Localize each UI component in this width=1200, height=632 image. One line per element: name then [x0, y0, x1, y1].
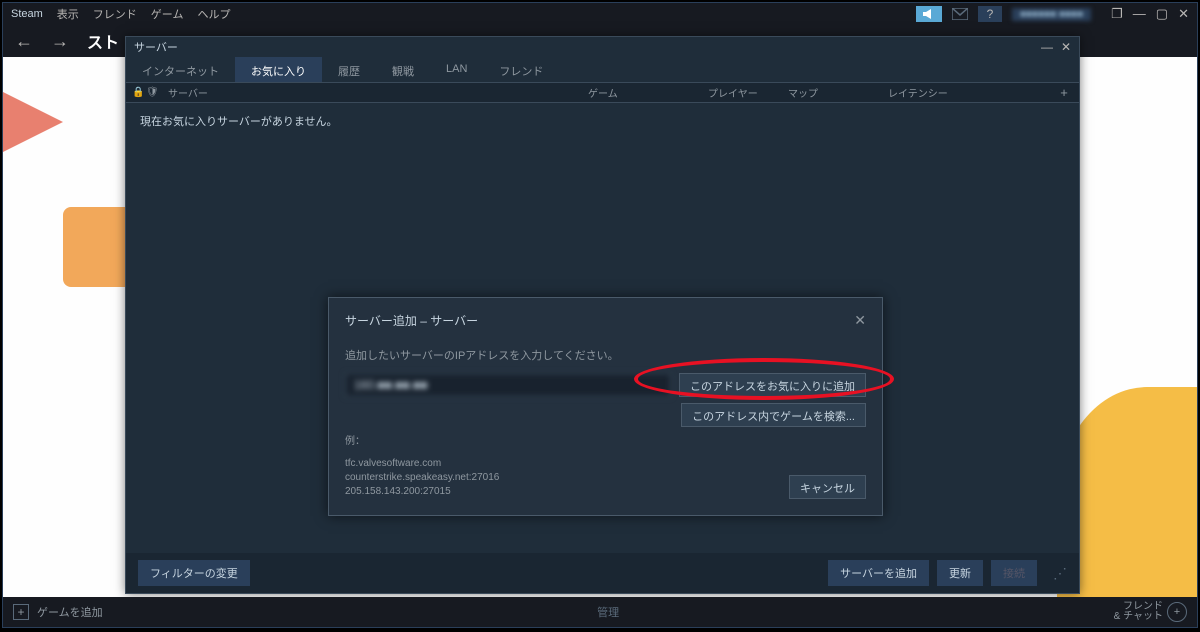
decorative-blob	[3, 77, 63, 167]
add-column-icon[interactable]: +	[1055, 85, 1073, 100]
server-window-title: サーバー	[134, 39, 178, 55]
server-address-input[interactable]	[345, 373, 671, 397]
chat-plus-icon: +	[1167, 602, 1187, 622]
window-maximize-icon[interactable]: ▢	[1156, 6, 1168, 22]
user-account-menu[interactable]: ■■■■■■ ■■■■	[1012, 8, 1091, 21]
add-game-label: ゲームを追加	[37, 604, 103, 620]
bottom-mid-text: 管理	[103, 604, 1114, 620]
plus-icon: +	[13, 604, 29, 620]
modal-close-icon[interactable]: ✕	[854, 312, 866, 329]
server-browser-window: サーバー — ✕ インターネット お気に入り 履歴 観戦 LAN フレンド 🔒 …	[125, 36, 1080, 594]
refresh-button[interactable]: 更新	[937, 560, 983, 586]
friends-chat-label: フレンド & チャット	[1114, 602, 1163, 622]
menu-help[interactable]: ヘルプ	[197, 6, 230, 22]
add-server-button[interactable]: サーバーを追加	[828, 560, 929, 586]
menu-games[interactable]: ゲーム	[151, 6, 184, 22]
server-window-minimize-icon[interactable]: —	[1041, 40, 1053, 54]
server-list-headers: 🔒 🛡 サーバー ゲーム プレイヤー マップ レイテンシー +	[126, 83, 1079, 103]
tab-history[interactable]: 履歴	[322, 57, 376, 82]
modal-instruction: 追加したいサーバーのIPアドレスを入力してください。	[345, 347, 866, 363]
steam-main-window: Steam 表示 フレンド ゲーム ヘルプ ? ■■■■■■ ■■■■ ❐ — …	[2, 2, 1198, 628]
server-window-close-icon[interactable]: ✕	[1061, 40, 1071, 54]
nav-title: スト	[87, 29, 119, 53]
server-tabs: インターネット お気に入り 履歴 観戦 LAN フレンド	[126, 57, 1079, 83]
nav-forward-icon[interactable]: →	[51, 31, 69, 52]
add-to-favorites-button[interactable]: このアドレスをお気に入りに追加	[679, 373, 866, 397]
tab-lan[interactable]: LAN	[430, 57, 483, 82]
cancel-button[interactable]: キャンセル	[789, 475, 866, 499]
tab-favorites[interactable]: お気に入り	[235, 57, 322, 82]
header-game[interactable]: ゲーム	[582, 85, 702, 100]
resize-grip-icon[interactable]: ⋰	[1053, 565, 1067, 582]
filter-button[interactable]: フィルターの変更	[138, 560, 250, 586]
server-window-titlebar: サーバー — ✕	[126, 37, 1079, 57]
empty-favorites-message: 現在お気に入りサーバーがありません。	[140, 113, 1065, 129]
search-games-button[interactable]: このアドレス内でゲームを検索...	[681, 403, 866, 427]
window-minimize-icon[interactable]: —	[1133, 6, 1146, 22]
decorative-blob	[63, 207, 133, 287]
server-list-body: 現在お気に入りサーバーがありません。 サーバー追加 – サーバー ✕ 追加したい…	[126, 103, 1079, 543]
menubar: Steam 表示 フレンド ゲーム ヘルプ ? ■■■■■■ ■■■■ ❐ — …	[3, 3, 1197, 25]
server-window-footer: フィルターの変更 サーバーを追加 更新 接続 ⋰	[126, 553, 1079, 593]
shield-icon: 🛡	[146, 87, 156, 98]
menu-view[interactable]: 表示	[57, 6, 79, 22]
add-server-modal: サーバー追加 – サーバー ✕ 追加したいサーバーのIPアドレスを入力してくださ…	[328, 297, 883, 516]
header-latency[interactable]: レイテンシー	[882, 85, 972, 100]
add-game-button[interactable]: + ゲームを追加	[13, 604, 103, 620]
tab-spectate[interactable]: 観戦	[376, 57, 430, 82]
header-map[interactable]: マップ	[782, 85, 882, 100]
header-server[interactable]: サーバー	[162, 85, 582, 100]
tab-internet[interactable]: インターネット	[126, 57, 235, 82]
steam-bottom-bar: + ゲームを追加 管理 フレンド & チャット +	[3, 597, 1197, 627]
announcement-icon[interactable]	[916, 6, 942, 22]
examples-label: 例：	[345, 435, 866, 449]
window-restore-icon[interactable]: ❐	[1111, 6, 1123, 22]
help-icon[interactable]: ?	[978, 6, 1002, 22]
lock-icon: 🔒	[132, 87, 140, 98]
connect-button[interactable]: 接続	[991, 560, 1037, 586]
menu-friends[interactable]: フレンド	[93, 6, 137, 22]
nav-back-icon[interactable]: ←	[15, 31, 33, 52]
inbox-icon[interactable]	[952, 8, 968, 20]
tab-friends[interactable]: フレンド	[483, 57, 559, 82]
window-close-icon[interactable]: ✕	[1178, 6, 1189, 22]
header-players[interactable]: プレイヤー	[702, 85, 782, 100]
modal-title: サーバー追加 – サーバー	[345, 312, 478, 329]
friends-chat-button[interactable]: フレンド & チャット +	[1114, 602, 1187, 622]
steam-brand: Steam	[11, 8, 43, 20]
